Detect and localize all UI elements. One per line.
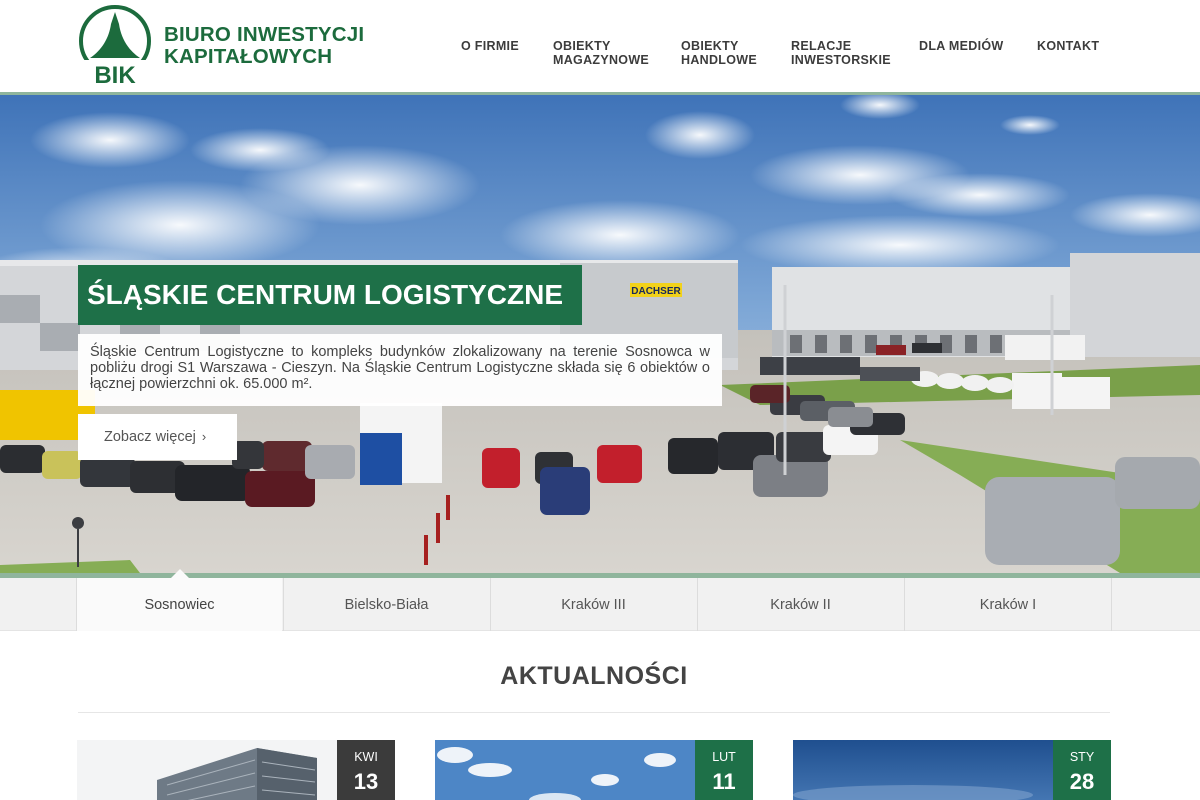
news-card[interactable]: STY 28 [793, 740, 1111, 800]
nav-label: INWESTORSKIE [791, 52, 891, 67]
nav-label: OBIEKTY [681, 39, 739, 53]
date-day: 13 [353, 769, 379, 794]
tab-bielsko-biala[interactable]: Bielsko-Biała [283, 578, 489, 631]
tab-label: Kraków II [770, 597, 831, 613]
date-badge: STY 28 [1053, 740, 1111, 800]
nav-label: O FIRMIE [461, 39, 519, 53]
date-badge: LUT 11 [695, 740, 753, 800]
news-thumbnail-office-building [77, 740, 337, 800]
tab-krakow-i[interactable]: Kraków I [904, 578, 1112, 631]
nav-label: KONTAKT [1037, 39, 1100, 53]
date-day: 28 [1069, 769, 1095, 794]
tab-label: Kraków III [561, 597, 626, 613]
chevron-right-icon: › [201, 429, 207, 444]
tab-label: Kraków I [979, 597, 1037, 613]
see-more-button[interactable]: Zobacz więcej › [78, 414, 237, 460]
date-month: KWI [354, 750, 378, 764]
news-thumbnail-sky [435, 740, 695, 800]
news-card[interactable]: KWI 13 [77, 740, 395, 800]
nav-obiekty-handlowe[interactable]: OBIEKTY HANDLOWE [681, 39, 758, 67]
active-tab-pointer [170, 569, 189, 578]
nav-label: RELACJE [791, 39, 852, 53]
nav-relacje-inwestorskie[interactable]: RELACJE INWESTORSKIE [791, 39, 891, 67]
tab-label: Sosnowiec [144, 597, 215, 613]
news-card[interactable]: LUT 11 [435, 740, 753, 800]
news-heading: AKTUALNOŚCI [500, 662, 688, 690]
hero-description: Śląskie Centrum Logistyczne to kompleks … [78, 334, 722, 406]
svg-text:DACHSER: DACHSER [631, 286, 681, 297]
date-day: 11 [712, 769, 736, 794]
location-tabs: Sosnowiec Bielsko-Biała Kraków III Krakó… [0, 569, 1200, 631]
nav-label: OBIEKTY [553, 39, 611, 53]
nav-o-firmie[interactable]: O FIRMIE [461, 39, 519, 54]
nav-dla-mediow[interactable]: DLA MEDIÓW [919, 39, 1004, 54]
date-month: STY [1069, 750, 1095, 764]
nav-kontakt[interactable]: KONTAKT [1037, 39, 1100, 54]
tab-krakow-iii[interactable]: Kraków III [490, 578, 696, 631]
tab-krakow-ii[interactable]: Kraków II [697, 578, 903, 631]
tab-sosnowiec[interactable]: Sosnowiec [76, 569, 282, 631]
news-thumbnail-sky [793, 740, 1053, 800]
see-more-label: Zobacz więcej [104, 429, 196, 445]
nav-label: HANDLOWE [681, 52, 758, 67]
date-month: LUT [712, 750, 736, 764]
news-divider [78, 712, 1110, 713]
nav-obiekty-magazynowe[interactable]: OBIEKTY MAGAZYNOWE [553, 39, 650, 67]
hero-title: ŚLĄSKIE CENTRUM LOGISTYCZNE [78, 265, 582, 325]
hero-slider: DACHSER ŚLĄSKIE CENTRUM LOGISTYCZNE Śląs… [0, 95, 1200, 573]
tab-label: Bielsko-Biała [344, 597, 429, 613]
nav-label: MAGAZYNOWE [553, 52, 650, 67]
nav-label: DLA MEDIÓW [919, 39, 1004, 53]
main-nav: O FIRMIE OBIEKTY MAGAZYNOWE OBIEKTY HAND… [0, 39, 1200, 80]
date-badge: KWI 13 [337, 740, 395, 800]
site-header: BIK BIURO INWESTYCJI KAPITAŁOWYCH O FIRM… [0, 0, 1200, 92]
